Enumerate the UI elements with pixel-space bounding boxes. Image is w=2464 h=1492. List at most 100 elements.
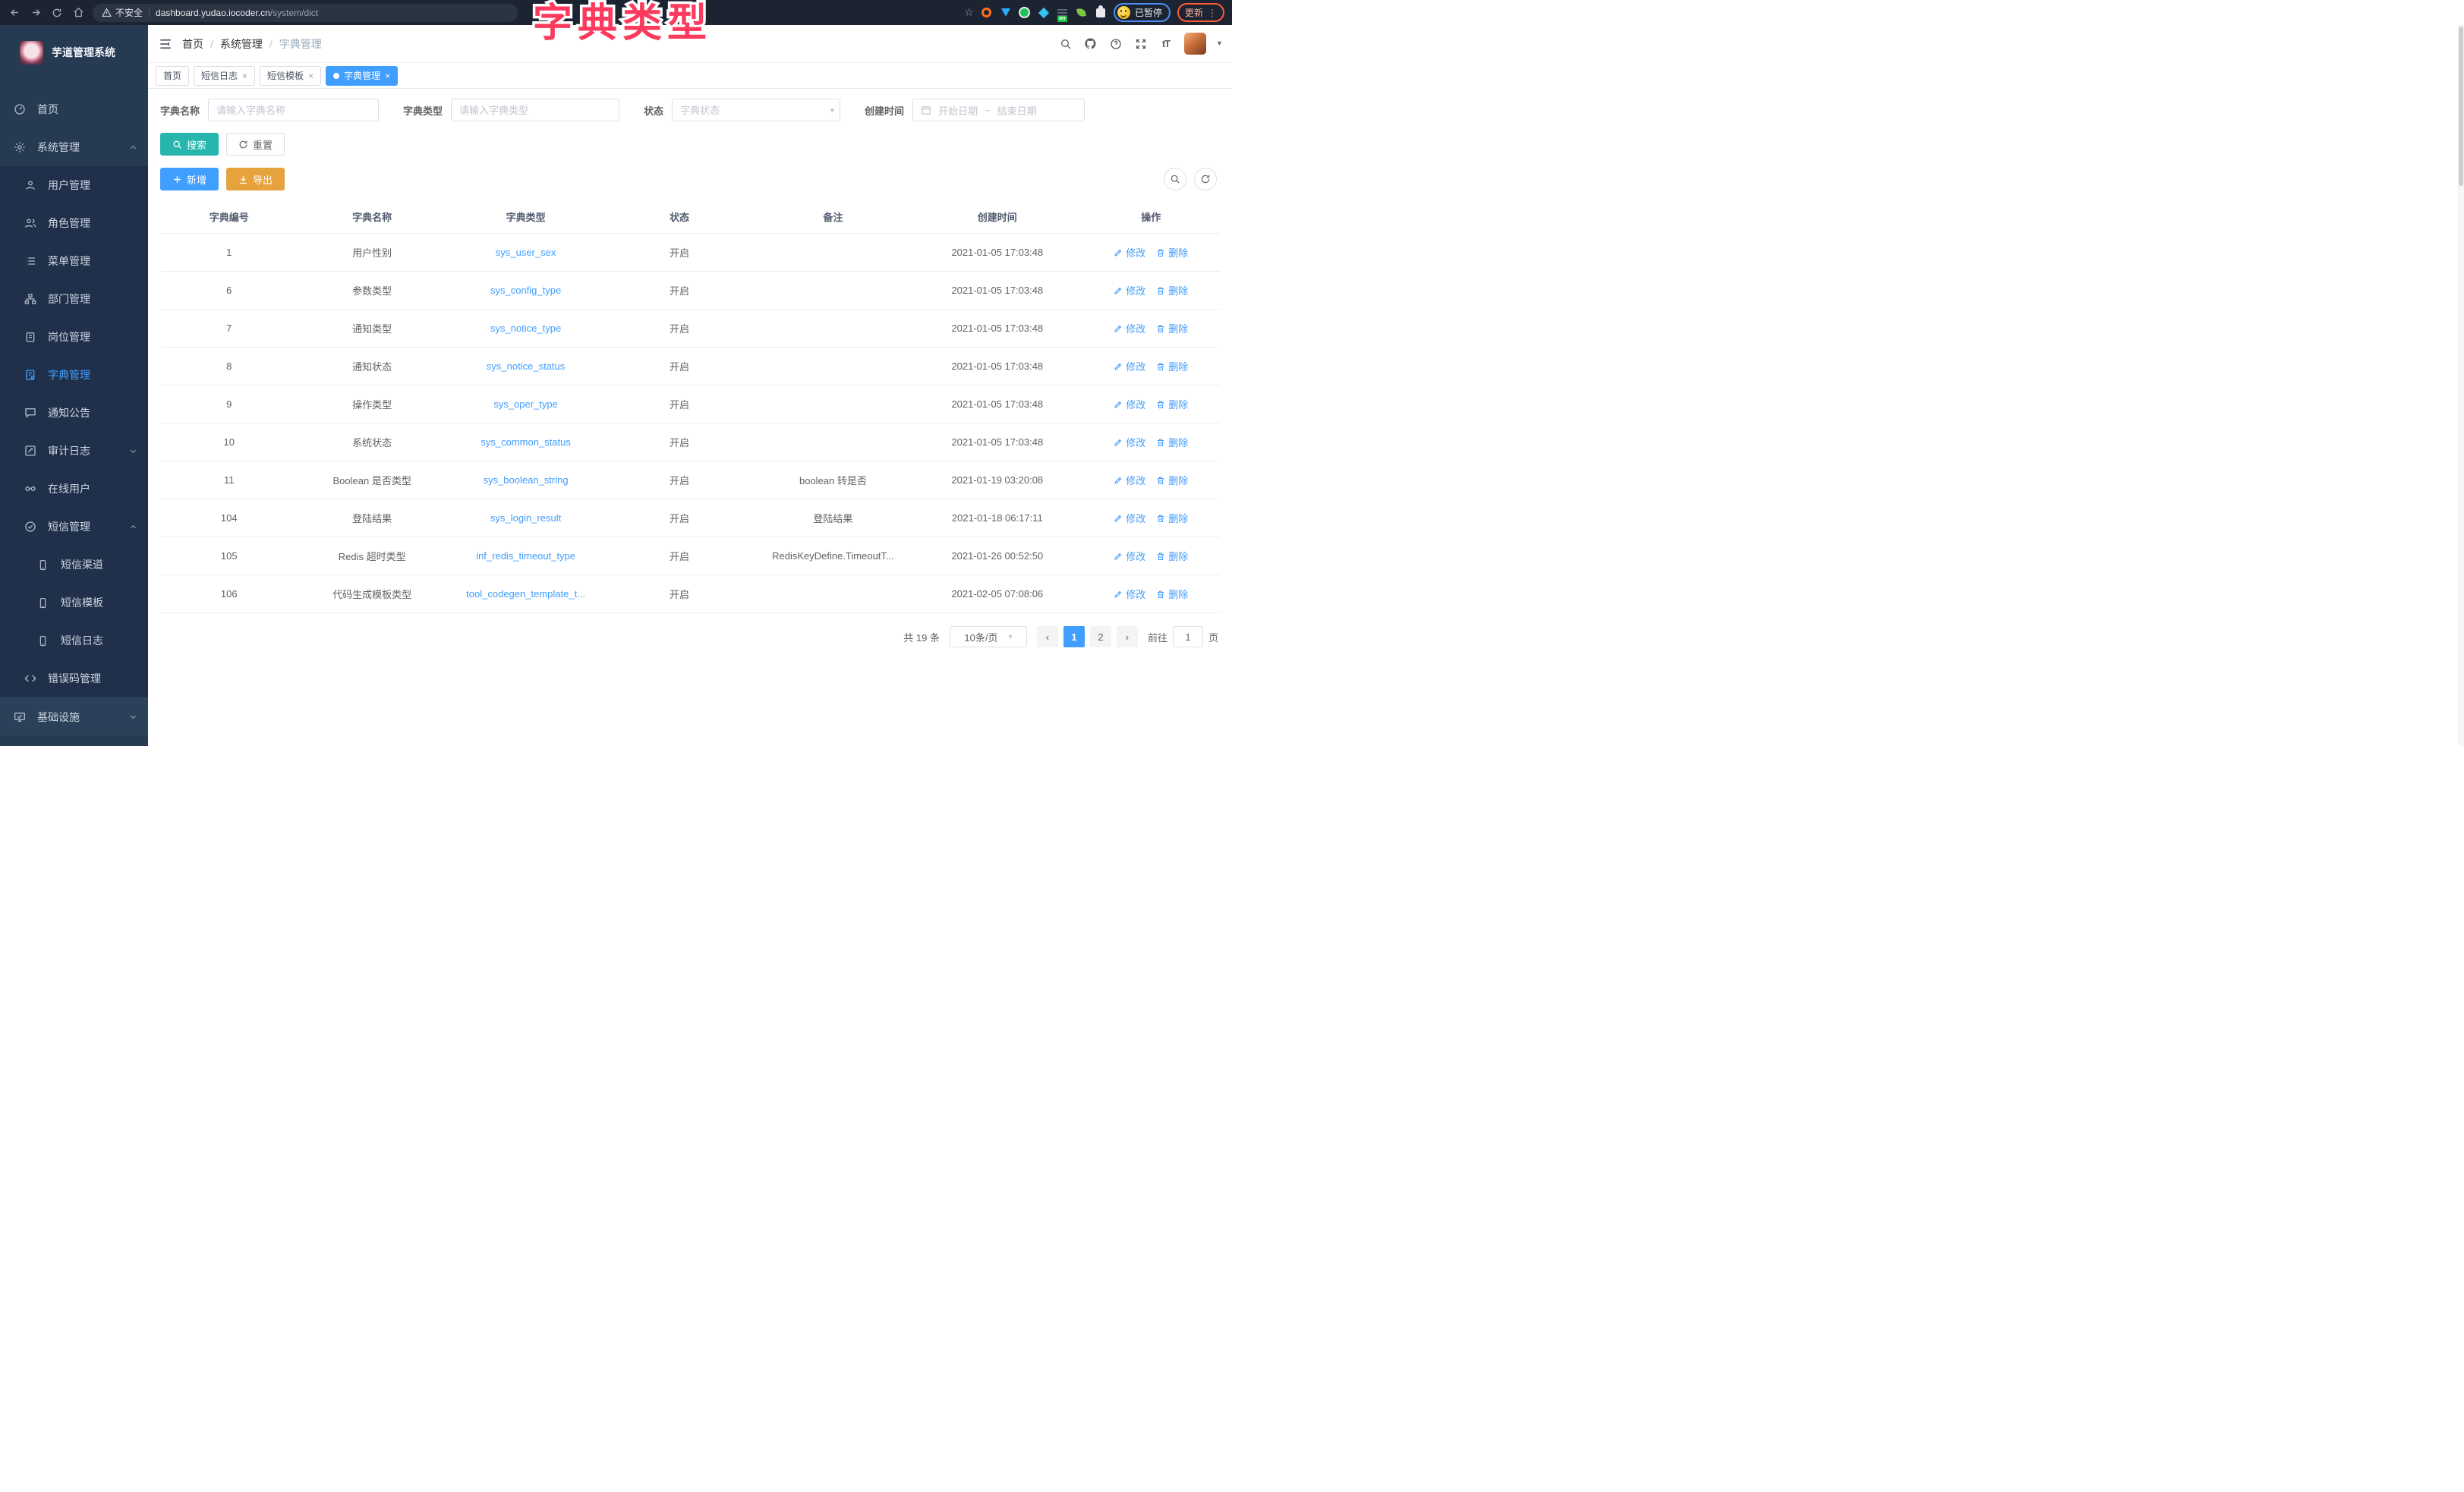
dict-type-link[interactable]: sys_notice_status (446, 348, 605, 386)
prev-page-button[interactable]: ‹ (1037, 626, 1058, 647)
dict-type-link[interactable]: sys_user_sex (446, 234, 605, 272)
github-icon[interactable] (1084, 37, 1098, 51)
hamburger-icon[interactable] (159, 37, 172, 51)
scrollbar-track[interactable] (2458, 25, 2464, 746)
page-button-1[interactable]: 1 (1063, 626, 1085, 647)
dict-type-link[interactable]: sys_config_type (446, 272, 605, 310)
next-page-button[interactable]: › (1117, 626, 1138, 647)
edit-link[interactable]: 修改 (1114, 359, 1145, 373)
help-icon[interactable] (1109, 37, 1123, 51)
extension-icon-blue-gem[interactable] (1000, 7, 1012, 19)
bookmark-star-icon[interactable]: ☆ (964, 6, 974, 19)
table-refresh-button[interactable] (1194, 168, 1217, 190)
delete-link[interactable]: 删除 (1156, 511, 1188, 525)
add-button[interactable]: 新增 (160, 168, 219, 190)
dict-type-link[interactable]: sys_notice_type (446, 310, 605, 348)
sidebar-item-system[interactable]: 系统管理 (0, 128, 148, 166)
extension-icon-on-badge[interactable]: on (1057, 7, 1069, 19)
sidebar-item-infrastructure[interactable]: 基础设施 (0, 697, 148, 735)
breadcrumb-system[interactable]: 系统管理 (220, 36, 263, 52)
edit-link[interactable]: 修改 (1114, 283, 1145, 297)
export-button[interactable]: 导出 (226, 168, 285, 190)
close-icon[interactable]: × (242, 71, 247, 80)
sidebar-item-posts[interactable]: 岗位管理 (0, 318, 148, 356)
search-button[interactable]: 搜索 (160, 133, 219, 156)
sidebar-item-users[interactable]: 用户管理 (0, 166, 148, 204)
forward-icon[interactable] (29, 6, 43, 20)
sidebar-item-sms-log[interactable]: 短信日志 (0, 622, 148, 659)
home-icon[interactable] (71, 6, 85, 20)
sidebar-item-notices[interactable]: 通知公告 (0, 394, 148, 432)
delete-link[interactable]: 删除 (1156, 397, 1188, 411)
delete-link[interactable]: 删除 (1156, 359, 1188, 373)
edit-link[interactable]: 修改 (1114, 587, 1145, 601)
sidebar-item-audit-log[interactable]: 审计日志 (0, 432, 148, 470)
delete-link[interactable]: 删除 (1156, 245, 1188, 260)
sidebar-item-departments[interactable]: 部门管理 (0, 280, 148, 318)
address-bar[interactable]: 不安全 dashboard.yudao.iocoder.cn/system/di… (93, 4, 518, 22)
dict-type-link[interactable]: sys_common_status (446, 423, 605, 461)
scrollbar-thumb[interactable] (2459, 27, 2463, 186)
edit-link[interactable]: 修改 (1114, 549, 1145, 563)
dict-name-input[interactable] (208, 99, 379, 121)
table-search-toggle-button[interactable] (1164, 168, 1186, 190)
sidebar-item-online-users[interactable]: 在线用户 (0, 470, 148, 508)
reload-icon[interactable] (50, 6, 64, 20)
tab-dict-active[interactable]: 字典管理× (326, 66, 398, 86)
edit-link[interactable]: 修改 (1114, 511, 1145, 525)
close-icon[interactable]: × (308, 71, 314, 80)
not-secure-warning[interactable]: 不安全 (102, 6, 143, 19)
extension-icon-green-circle[interactable] (1019, 7, 1031, 19)
sidebar-item-sms-channel[interactable]: 短信渠道 (0, 546, 148, 584)
delete-link[interactable]: 删除 (1156, 473, 1188, 487)
dict-type-input[interactable] (451, 99, 619, 121)
sidebar-item-roles[interactable]: 角色管理 (0, 204, 148, 242)
app-logo-row[interactable]: 芋道管理系统 (0, 25, 148, 80)
sidebar-item-dict[interactable]: 字典管理 (0, 356, 148, 394)
dict-type-link[interactable]: sys_oper_type (446, 386, 605, 423)
user-avatar[interactable] (1184, 33, 1206, 55)
avatar-caret-down-icon[interactable]: ▾ (1218, 39, 1221, 48)
reset-button[interactable]: 重置 (226, 133, 285, 156)
edit-link[interactable]: 修改 (1114, 435, 1145, 449)
goto-page-input[interactable] (1173, 626, 1203, 647)
extension-icon-orange-ring[interactable] (981, 7, 993, 19)
search-icon[interactable] (1059, 37, 1073, 51)
delete-link[interactable]: 删除 (1156, 549, 1188, 563)
edit-link[interactable]: 修改 (1114, 321, 1145, 335)
delete-link[interactable]: 删除 (1156, 587, 1188, 601)
close-icon[interactable]: × (385, 71, 390, 80)
extension-icon-blue-diamond[interactable] (1038, 7, 1050, 19)
fullscreen-icon[interactable] (1134, 37, 1148, 51)
status-select[interactable]: ▾ (672, 99, 840, 121)
dict-type-link[interactable]: inf_redis_timeout_type (446, 537, 605, 575)
page-size-select[interactable]: 10条/页 ▾ (950, 626, 1027, 647)
delete-link[interactable]: 删除 (1156, 283, 1188, 297)
breadcrumb-home[interactable]: 首页 (182, 36, 203, 52)
date-range-picker[interactable]: 开始日期 ~ 结束日期 (912, 99, 1085, 121)
delete-link[interactable]: 删除 (1156, 321, 1188, 335)
tab-sms-template[interactable]: 短信模板× (260, 66, 321, 86)
sidebar-item-home[interactable]: 首页 (0, 90, 148, 128)
dict-type-link[interactable]: tool_codegen_template_t... (446, 575, 605, 613)
edit-link[interactable]: 修改 (1114, 245, 1145, 260)
tab-home[interactable]: 首页 (156, 66, 189, 86)
sidebar-item-error-codes[interactable]: 错误码管理 (0, 659, 148, 697)
back-icon[interactable] (8, 6, 21, 20)
edit-link[interactable]: 修改 (1114, 397, 1145, 411)
profile-paused-badge[interactable]: 已暂停 (1114, 3, 1171, 22)
font-size-icon[interactable]: tT (1159, 37, 1173, 51)
dict-type-link[interactable]: sys_boolean_string (446, 461, 605, 499)
extension-icon-leaf[interactable] (1076, 7, 1088, 19)
edit-link[interactable]: 修改 (1114, 473, 1145, 487)
sidebar-item-sms[interactable]: 短信管理 (0, 508, 148, 546)
tab-sms-log[interactable]: 短信日志× (194, 66, 255, 86)
extensions-puzzle-icon[interactable] (1095, 7, 1107, 19)
sidebar-item-sms-template[interactable]: 短信模板 (0, 584, 148, 622)
sidebar-item-menus[interactable]: 菜单管理 (0, 242, 148, 280)
dict-type-link[interactable]: sys_login_result (446, 499, 605, 537)
update-button[interactable]: 更新 ⋮ (1177, 3, 1224, 22)
page-button-2[interactable]: 2 (1090, 626, 1111, 647)
delete-link[interactable]: 删除 (1156, 435, 1188, 449)
browser-menu-kebab-icon[interactable]: ⋮ (1208, 9, 1217, 17)
